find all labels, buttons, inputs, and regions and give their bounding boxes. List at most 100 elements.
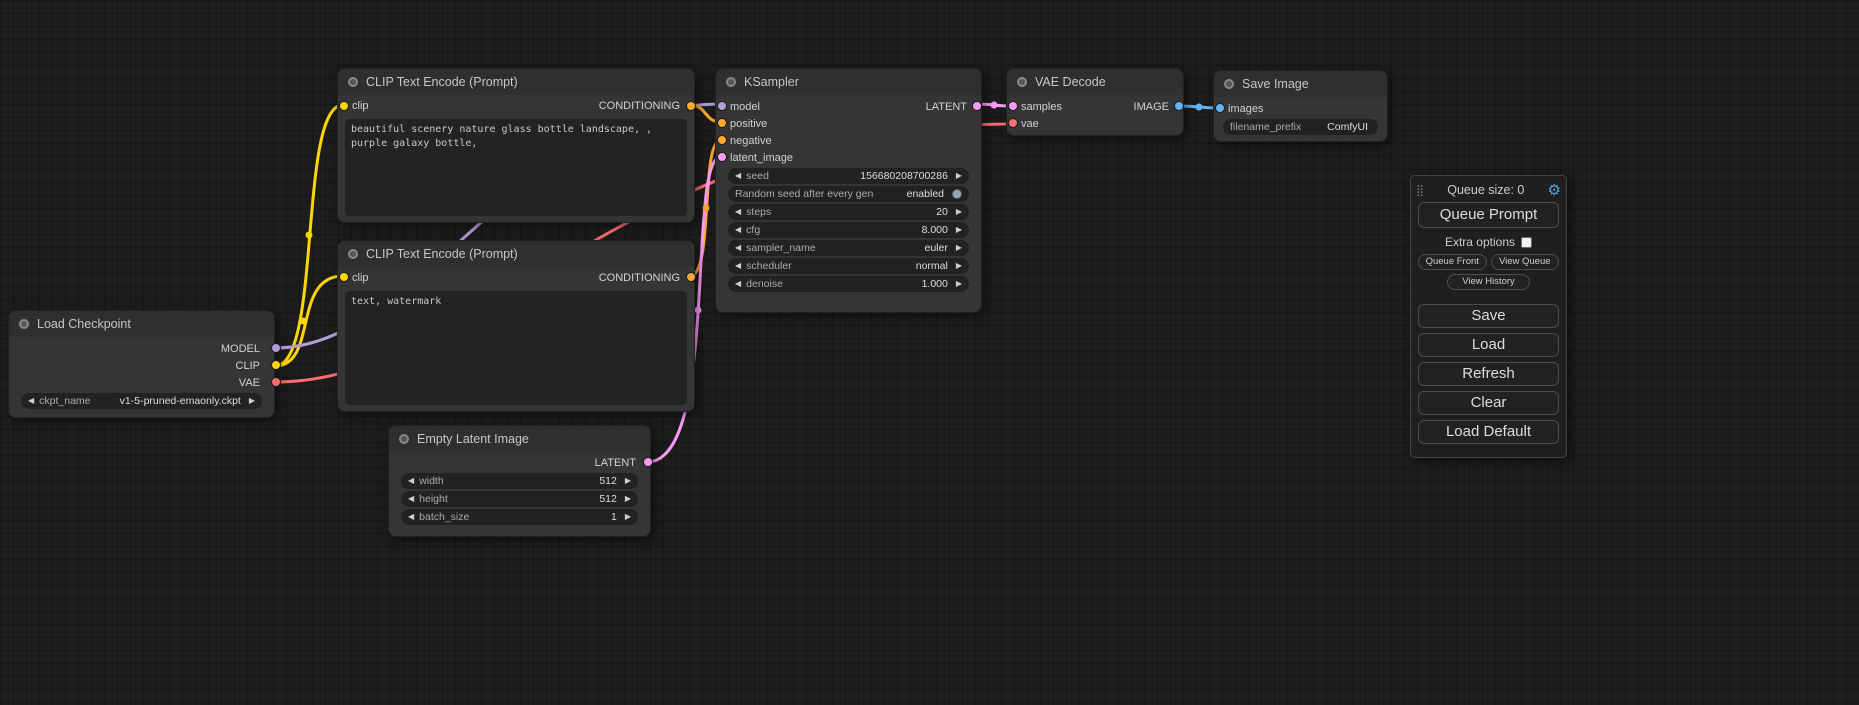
- load-button[interactable]: Load: [1418, 333, 1559, 357]
- latent-image-input-dot[interactable]: [717, 152, 727, 162]
- menu-header: ⣿ Queue size: 0 ⚙: [1416, 180, 1561, 200]
- samples-input-dot[interactable]: [1008, 101, 1018, 111]
- view-history-button[interactable]: View History: [1447, 274, 1530, 290]
- increment-arrow-icon[interactable]: ▶: [249, 397, 255, 405]
- node-clip-text-encode-positive[interactable]: CLIP Text Encode (Prompt) clip CONDITION…: [337, 68, 695, 223]
- widget-width[interactable]: ◀ width 512 ▶: [401, 473, 638, 489]
- node-ksampler[interactable]: KSampler model LATENT positive negative …: [715, 68, 982, 313]
- node-clip-text-encode-negative[interactable]: CLIP Text Encode (Prompt) clip CONDITION…: [337, 240, 695, 412]
- collapse-dot-icon[interactable]: [726, 77, 736, 87]
- collapse-dot-icon[interactable]: [1224, 79, 1234, 89]
- negative-prompt-textarea[interactable]: text, watermark: [345, 291, 687, 405]
- model-output-dot[interactable]: [271, 343, 281, 353]
- latent-output-dot[interactable]: [972, 101, 982, 111]
- increment-arrow-icon[interactable]: ▶: [625, 495, 631, 503]
- drag-handle-icon[interactable]: ⣿: [1416, 184, 1424, 197]
- queue-menu-panel[interactable]: ⣿ Queue size: 0 ⚙ Queue Prompt Extra opt…: [1410, 175, 1567, 458]
- widget-scheduler[interactable]: ◀ scheduler normal ▶: [728, 258, 969, 274]
- collapse-dot-icon[interactable]: [348, 249, 358, 259]
- decrement-arrow-icon[interactable]: ◀: [408, 495, 414, 503]
- wire-midpoint-dot: [300, 318, 307, 325]
- decrement-arrow-icon[interactable]: ◀: [408, 477, 414, 485]
- view-queue-button[interactable]: View Queue: [1491, 254, 1560, 270]
- node-save-image[interactable]: Save Image images filename_prefix ComfyU…: [1213, 70, 1388, 142]
- comfyui-canvas[interactable]: { "colors": { "model": "#B39DDB", "clip"…: [0, 0, 1859, 705]
- clip-input-dot[interactable]: [339, 101, 349, 111]
- node-vae-decode[interactable]: VAE Decode samples IMAGE vae: [1006, 68, 1184, 136]
- clip-input-dot[interactable]: [339, 272, 349, 282]
- node-title-bar[interactable]: Empty Latent Image: [389, 426, 650, 452]
- collapse-dot-icon[interactable]: [19, 319, 29, 329]
- refresh-button[interactable]: Refresh: [1418, 362, 1559, 386]
- node-title-bar[interactable]: CLIP Text Encode (Prompt): [338, 69, 694, 95]
- queue-size-label: Queue size: 0: [1424, 183, 1547, 197]
- conditioning-output-dot[interactable]: [686, 272, 696, 282]
- widget-label: Random seed after every gen: [735, 188, 873, 200]
- positive-input-dot[interactable]: [717, 118, 727, 128]
- decrement-arrow-icon[interactable]: ◀: [735, 208, 741, 216]
- decrement-arrow-icon[interactable]: ◀: [735, 172, 741, 180]
- widget-value: 1.000: [922, 278, 951, 290]
- collapse-dot-icon[interactable]: [399, 434, 409, 444]
- increment-arrow-icon[interactable]: ▶: [956, 244, 962, 252]
- widget-seed[interactable]: ◀ seed 156680208700286 ▶: [728, 168, 969, 184]
- widget-random-seed-toggle[interactable]: Random seed after every gen enabled: [728, 186, 969, 202]
- widget-batch-size[interactable]: ◀ batch_size 1 ▶: [401, 509, 638, 525]
- positive-prompt-textarea[interactable]: beautiful scenery nature glass bottle la…: [345, 119, 687, 216]
- save-button[interactable]: Save: [1418, 304, 1559, 328]
- vae-input-dot[interactable]: [1008, 118, 1018, 128]
- latent-output-label: LATENT: [926, 101, 967, 113]
- toggle-knob[interactable]: [952, 189, 962, 199]
- node-empty-latent-image[interactable]: Empty Latent Image LATENT ◀ width 512 ▶ …: [388, 425, 651, 537]
- node-title-bar[interactable]: Save Image: [1214, 71, 1387, 97]
- node-title-bar[interactable]: CLIP Text Encode (Prompt): [338, 241, 694, 267]
- image-output-dot[interactable]: [1174, 101, 1184, 111]
- decrement-arrow-icon[interactable]: ◀: [408, 513, 414, 521]
- widget-height[interactable]: ◀ height 512 ▶: [401, 491, 638, 507]
- increment-arrow-icon[interactable]: ▶: [956, 226, 962, 234]
- decrement-arrow-icon[interactable]: ◀: [735, 226, 741, 234]
- slot-row: positive: [716, 115, 981, 132]
- decrement-arrow-icon[interactable]: ◀: [28, 397, 34, 405]
- collapse-dot-icon[interactable]: [1017, 77, 1027, 87]
- widget-denoise[interactable]: ◀ denoise 1.000 ▶: [728, 276, 969, 292]
- increment-arrow-icon[interactable]: ▶: [956, 172, 962, 180]
- images-input-dot[interactable]: [1215, 103, 1225, 113]
- widget-label: width: [419, 475, 444, 487]
- wire-midpoint-dot: [703, 205, 710, 212]
- vae-output-dot[interactable]: [271, 377, 281, 387]
- clear-button[interactable]: Clear: [1418, 391, 1559, 415]
- decrement-arrow-icon[interactable]: ◀: [735, 262, 741, 270]
- conditioning-output-dot[interactable]: [686, 101, 696, 111]
- node-load-checkpoint[interactable]: Load Checkpoint MODEL CLIP VAE ◀ ckpt_na…: [8, 310, 275, 418]
- settings-gear-icon[interactable]: ⚙: [1548, 183, 1561, 198]
- negative-input-dot[interactable]: [717, 135, 727, 145]
- node-title-bar[interactable]: KSampler: [716, 69, 981, 95]
- widget-cfg[interactable]: ◀ cfg 8.000 ▶: [728, 222, 969, 238]
- widget-sampler-name[interactable]: ◀ sampler_name euler ▶: [728, 240, 969, 256]
- widget-filename-prefix[interactable]: filename_prefix ComfyUI: [1223, 119, 1378, 135]
- queue-prompt-button[interactable]: Queue Prompt: [1418, 202, 1559, 228]
- load-default-button[interactable]: Load Default: [1418, 420, 1559, 444]
- slot-row: clip CONDITIONING: [338, 269, 694, 287]
- model-input-dot[interactable]: [717, 101, 727, 111]
- increment-arrow-icon[interactable]: ▶: [625, 477, 631, 485]
- latent-output-dot[interactable]: [643, 457, 653, 467]
- increment-arrow-icon[interactable]: ▶: [625, 513, 631, 521]
- decrement-arrow-icon[interactable]: ◀: [735, 280, 741, 288]
- queue-front-button[interactable]: Queue Front: [1418, 254, 1487, 270]
- node-title-bar[interactable]: VAE Decode: [1007, 69, 1183, 95]
- wire-midpoint-dot: [695, 307, 702, 314]
- widget-ckpt-name[interactable]: ◀ ckpt_name v1-5-pruned-emaonly.ckpt ▶: [21, 393, 262, 409]
- extra-options-checkbox[interactable]: [1521, 237, 1532, 248]
- increment-arrow-icon[interactable]: ▶: [956, 280, 962, 288]
- increment-arrow-icon[interactable]: ▶: [956, 262, 962, 270]
- collapse-dot-icon[interactable]: [348, 77, 358, 87]
- decrement-arrow-icon[interactable]: ◀: [735, 244, 741, 252]
- widget-value: 156680208700286: [860, 170, 951, 182]
- widget-steps[interactable]: ◀ steps 20 ▶: [728, 204, 969, 220]
- clip-output-dot[interactable]: [271, 360, 281, 370]
- node-title-bar[interactable]: Load Checkpoint: [9, 311, 274, 337]
- slot-row: samples IMAGE: [1007, 98, 1183, 115]
- increment-arrow-icon[interactable]: ▶: [956, 208, 962, 216]
